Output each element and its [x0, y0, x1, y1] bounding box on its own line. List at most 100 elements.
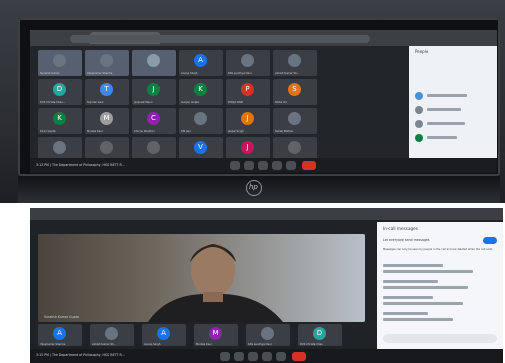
camera-button[interactable] [234, 352, 244, 361]
avatar: M [100, 112, 113, 125]
participant-name: KSS sandhya Devi [248, 343, 272, 346]
participant-tile[interactable]: J Jaspal Singh [226, 108, 270, 134]
list-item [427, 108, 461, 111]
participant-tile[interactable]: K Kiran Gupta [38, 108, 82, 134]
browser-chrome [30, 30, 497, 46]
avatar: V [194, 141, 207, 154]
participant-strip: A Vijaykumar Sharma Ashish Kumar Sh... A Ano… [38, 324, 368, 348]
avatar [415, 120, 423, 128]
participant-tile[interactable]: D DVS Christa Chau... [38, 79, 82, 105]
captions-button[interactable] [248, 352, 258, 361]
participant-tile[interactable]: Ashish Kumar Sh... [273, 50, 317, 76]
participant-tile[interactable]: J Jaspreet Mann [132, 79, 176, 105]
avatar [194, 112, 207, 125]
avatar: J [241, 112, 254, 125]
participant-name: Jaspreet Mann [134, 101, 153, 104]
participant-tile[interactable]: K Gunjan Gupta [179, 79, 223, 105]
message-item [383, 302, 463, 305]
participant-tile[interactable]: DM Jain [179, 108, 223, 134]
mic-button[interactable] [230, 161, 240, 170]
avatar [105, 327, 118, 340]
avatar: C [147, 112, 160, 125]
speaker-label: Suraksh Kumar Gupta [44, 315, 79, 319]
participant-tile[interactable]: M Monika Kaur [85, 108, 129, 134]
participant-tile[interactable]: Ashish Kumar Sh... [90, 324, 134, 346]
avatar [288, 141, 301, 154]
messages-toggle[interactable] [483, 237, 497, 244]
participant-name: Shiba Ori [275, 101, 287, 104]
participant-tile[interactable]: KSS sandhya Devi [246, 324, 290, 346]
participant-tile[interactable]: Suraksh Kumar [38, 50, 82, 76]
avatar: M [209, 327, 222, 340]
hp-logo: hp [246, 180, 262, 196]
meet-controls-bar: 3:15 PM | The Department of Philosophy, … [30, 349, 503, 363]
avatar [100, 54, 113, 67]
people-panel-title: People [415, 49, 429, 54]
hang-up-button[interactable] [292, 352, 306, 361]
toggle-label: Let everyone send messages [383, 238, 430, 242]
present-button[interactable] [262, 352, 272, 361]
avatar: K [194, 83, 207, 96]
participant-name: DM Jain [181, 130, 191, 133]
participant-tile[interactable]: KSS sandhya Devi [226, 50, 270, 76]
participant-name: KSS sandhya Devi [228, 72, 252, 75]
message-input[interactable] [383, 334, 497, 343]
participant-tile[interactable]: C Chinnu Pandhiri [132, 108, 176, 134]
participant-name: Kiran Gupta [40, 130, 56, 133]
message-item [383, 270, 473, 273]
panel-title: In-call messages [383, 226, 418, 231]
hp-logo-text: hp [249, 183, 258, 191]
avatar: K [53, 112, 66, 125]
mic-button[interactable] [220, 352, 230, 361]
participant-tile[interactable]: Vijaykumar Sharma [85, 50, 129, 76]
participant-tile[interactable]: D DVS Christa Chau [298, 324, 342, 346]
avatar [100, 141, 113, 154]
participant-name: Monika Kaur [87, 130, 104, 133]
participant-name: Suhail Malhan [275, 130, 294, 133]
participant-name: Anoop Singh [144, 343, 161, 346]
list-item [427, 136, 457, 139]
participant-tile[interactable]: Suhail Malhan [273, 108, 317, 134]
participant-name: Monika Kaur [196, 343, 213, 346]
avatar: J [241, 141, 254, 154]
participant-name: DVS Christa Chau [300, 343, 323, 346]
participant-name: Chinnu Pandhiri [134, 130, 155, 133]
more-button[interactable] [286, 161, 296, 170]
participant-tile[interactable] [132, 50, 176, 76]
avatar: D [313, 327, 326, 340]
list-item [427, 122, 465, 125]
participant-tile[interactable]: T Tejinder kaur [85, 79, 129, 105]
avatar [241, 54, 254, 67]
hang-up-button[interactable] [302, 161, 316, 170]
participant-tile[interactable]: A Anoop Singh [142, 324, 186, 346]
participant-tile[interactable]: A Anoop Singh [179, 50, 223, 76]
avatar: A [53, 327, 66, 340]
message-item [383, 264, 443, 267]
avatar [415, 92, 423, 100]
participant-tile[interactable]: M Monika Kaur [194, 324, 238, 346]
participant-name: Tejinder kaur [87, 101, 104, 104]
avatar [261, 327, 274, 340]
camera-button[interactable] [244, 161, 254, 170]
participant-name: Vijaykumar Sharma [87, 72, 113, 75]
participant-tile[interactable]: P POOJA RANI [226, 79, 270, 105]
participant-name: DVS Christa Chau... [40, 101, 66, 104]
participant-tile[interactable]: A Vijaykumar Sharma [38, 324, 82, 346]
present-button[interactable] [272, 161, 282, 170]
browser-chrome [30, 208, 503, 220]
address-bar[interactable] [70, 35, 370, 43]
avatar [53, 141, 66, 154]
participant-name: Gunjan Gupta [181, 101, 199, 104]
avatar: J [147, 83, 160, 96]
meet-screen: Suraksh Kumar Gupta In-call messages Let… [30, 208, 503, 363]
participant-name: Ashish Kumar Sh... [92, 343, 117, 346]
more-button[interactable] [276, 352, 286, 361]
participant-tile[interactable]: S Shiba Ori [273, 79, 317, 105]
captions-button[interactable] [258, 161, 268, 170]
top-photo: Suraksh Kumar Vijaykumar Sharma A Anoop Sin… [0, 0, 505, 203]
avatar: S [288, 83, 301, 96]
avatar [415, 134, 423, 142]
message-item [383, 280, 438, 283]
people-panel: People [409, 46, 497, 158]
panel-note: Messages can only be seen by people in t… [383, 248, 493, 251]
